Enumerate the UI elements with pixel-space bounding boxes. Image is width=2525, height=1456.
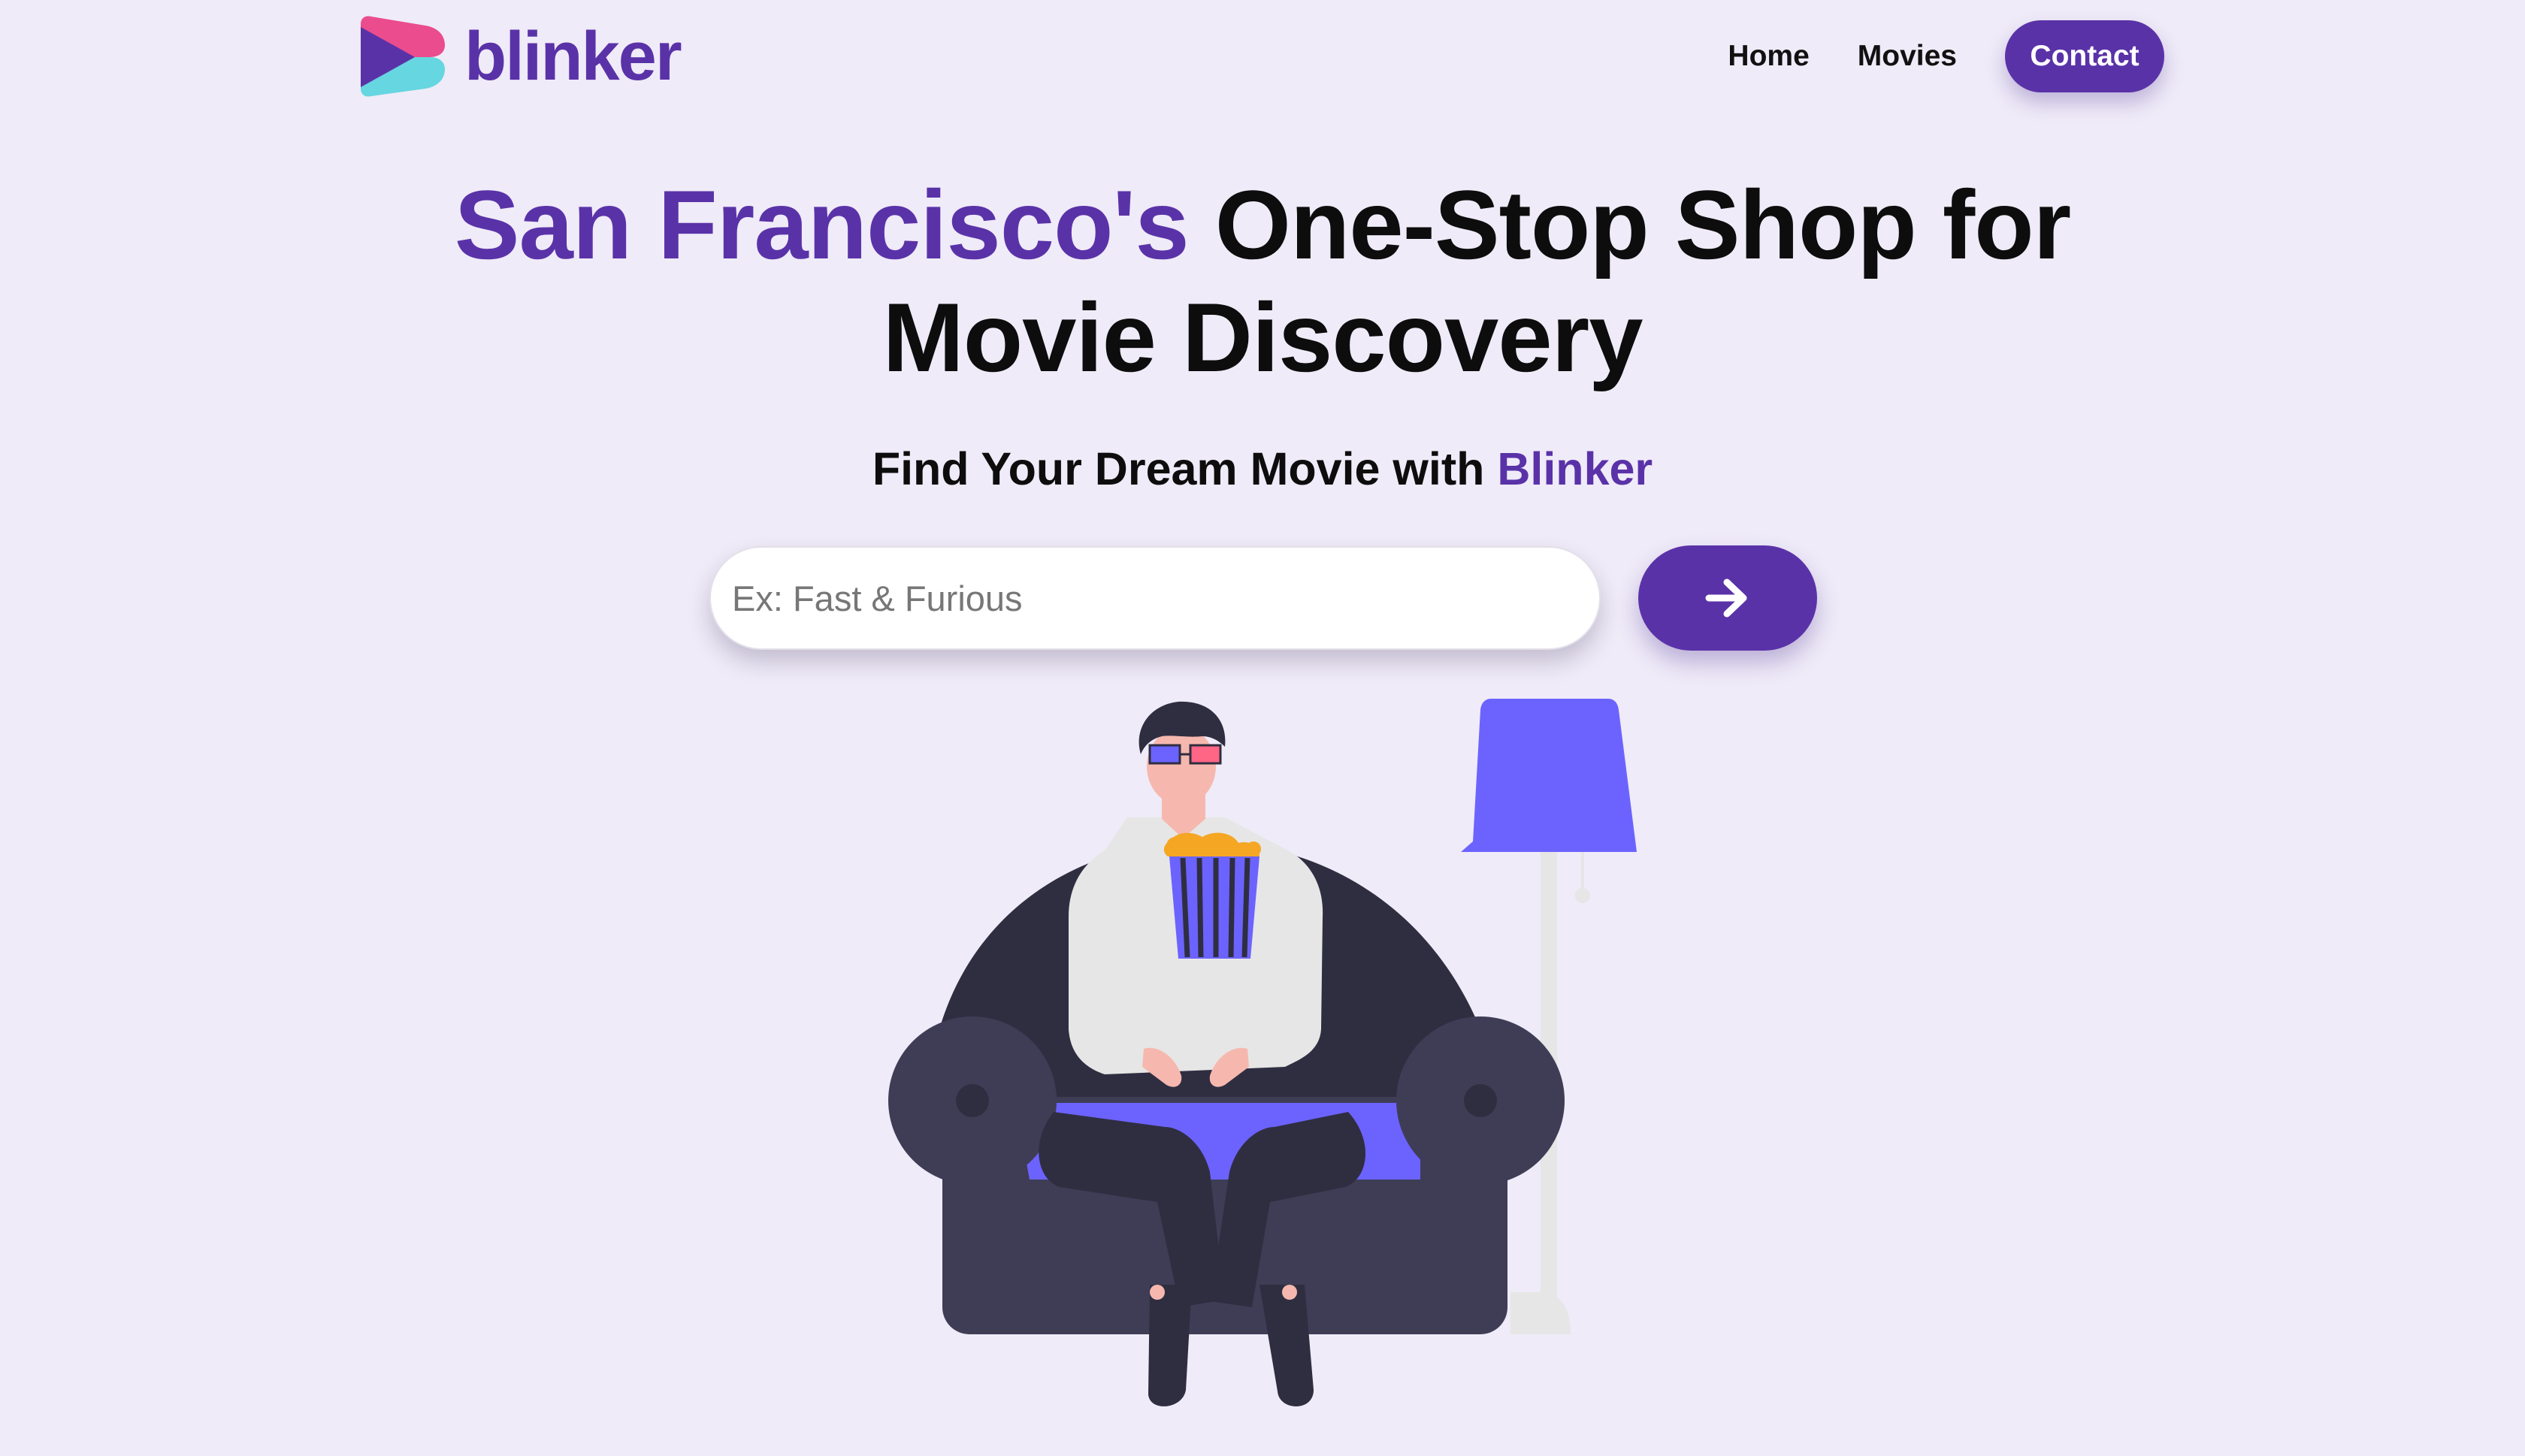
arrow-right-icon	[1705, 578, 1747, 618]
hero-subtitle-text: Find Your Dream Movie with	[872, 443, 1485, 494]
popcorn-bucket	[1163, 832, 1261, 959]
hero-title-line2: Movie Discovery	[882, 282, 1643, 392]
logo-mark-icon	[361, 16, 445, 97]
nav-home-link[interactable]: Home	[1728, 40, 1809, 73]
hero-illustration	[888, 699, 1637, 1406]
logo[interactable]: blinker	[361, 15, 682, 98]
hero-title: San Francisco's One-Stop Shop for Movie …	[0, 168, 2525, 394]
brand-name: blinker	[464, 18, 682, 95]
movie-search-input[interactable]	[709, 546, 1601, 650]
search-submit-button[interactable]	[1638, 545, 1817, 651]
hero-title-rest: One-Stop Shop for	[1214, 170, 2071, 279]
hero-subtitle-brand: Blinker	[1497, 443, 1653, 494]
contact-button[interactable]: Contact	[2005, 20, 2164, 92]
main-nav: Home Movies Contact	[1728, 20, 2164, 92]
hero-subtitle: Find Your Dream Movie with Blinker	[0, 439, 2525, 499]
hero-title-accent: San Francisco's	[454, 170, 1190, 279]
nav-movies-link[interactable]: Movies	[1858, 40, 1957, 73]
